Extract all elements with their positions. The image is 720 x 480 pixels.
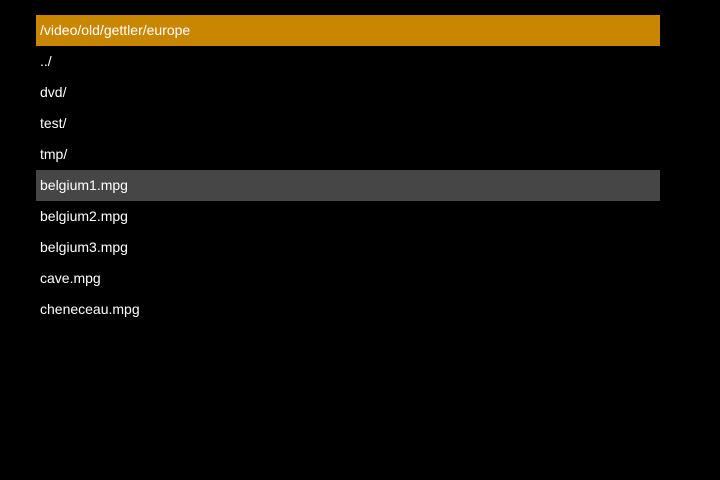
list-item-label: belgium2.mpg [40, 208, 128, 224]
list-item-label: tmp/ [40, 146, 68, 162]
list-item-label: test/ [40, 115, 67, 131]
list-item-cave[interactable]: cave.mpg [36, 263, 660, 294]
list-item-belgium1-selected[interactable]: belgium1.mpg [36, 170, 660, 201]
list-item-label: belgium1.mpg [40, 177, 128, 193]
list-item-label: cheneceau.mpg [40, 301, 140, 317]
current-path-text: /video/old/gettler/europe [40, 22, 191, 38]
list-item-tmp-folder[interactable]: tmp/ [36, 139, 660, 170]
list-item-label: cave.mpg [40, 270, 101, 286]
list-item-label: dvd/ [40, 84, 67, 100]
list-item-cheneceau[interactable]: cheneceau.mpg [36, 294, 660, 325]
list-item-label: ../ [40, 53, 52, 69]
list-item-dvd-folder[interactable]: dvd/ [36, 77, 660, 108]
list-item-parent-directory[interactable]: ../ [36, 46, 660, 77]
file-list: ../ dvd/ test/ tmp/ belgium1.mpg belgium… [36, 46, 660, 325]
list-item-belgium3[interactable]: belgium3.mpg [36, 232, 660, 263]
list-item-test-folder[interactable]: test/ [36, 108, 660, 139]
list-item-label: belgium3.mpg [40, 239, 128, 255]
list-item-belgium2[interactable]: belgium2.mpg [36, 201, 660, 232]
current-path-bar: /video/old/gettler/europe [36, 15, 660, 46]
file-browser: /video/old/gettler/europe ../ dvd/ test/… [36, 15, 660, 325]
